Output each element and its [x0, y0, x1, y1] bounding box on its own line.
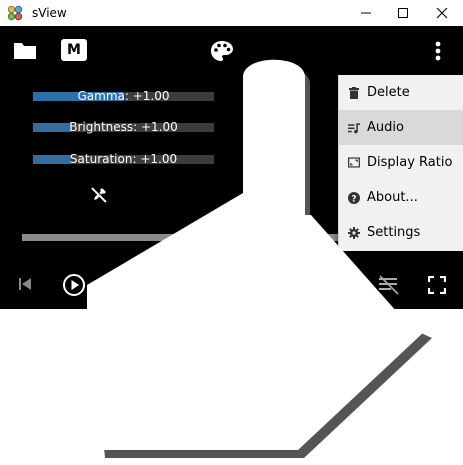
more-menu-button[interactable] [427, 39, 449, 63]
help-circle-icon: ? [348, 191, 360, 204]
playlist-button[interactable] [375, 273, 403, 297]
folder-icon [14, 42, 36, 59]
play-button[interactable] [60, 271, 88, 299]
mode-button[interactable]: M [61, 39, 87, 61]
vertical-dots-icon [435, 41, 441, 61]
menu-item-label: Audio [367, 120, 404, 135]
aspect-ratio-icon [348, 157, 360, 169]
menu-item-delete[interactable]: Delete [339, 75, 463, 110]
close-icon [436, 7, 448, 19]
app-logo-icon [7, 5, 23, 21]
fullscreen-button[interactable] [424, 272, 450, 298]
minimize-button[interactable] [347, 0, 385, 26]
menu-item-label: Display Ratio [367, 155, 453, 170]
svg-text:?: ? [351, 194, 356, 204]
menu-item-label: Settings [367, 225, 421, 240]
brightness-slider[interactable]: Brightness: +1.00 [33, 120, 214, 134]
context-menu: Delete Audio Display Ratio ? About... Se… [338, 75, 463, 251]
audio-list-icon [348, 122, 360, 134]
saturation-label: Saturation: +1.00 [69, 152, 178, 166]
gamma-label: Gamma: +1.00 [77, 89, 170, 103]
mode-button-label: M [67, 42, 81, 58]
menu-item-label: About... [367, 190, 418, 205]
gamma-slider[interactable]: Gamma: +1.00 [33, 89, 214, 103]
maximize-button[interactable] [384, 0, 422, 26]
brightness-label: Brightness: +1.00 [69, 120, 178, 134]
previous-button[interactable] [12, 272, 38, 296]
maximize-icon [398, 8, 408, 18]
reset-color-button[interactable] [87, 183, 111, 207]
info-circle-icon [329, 274, 351, 296]
title-bar: sView [0, 0, 463, 26]
fullscreen-icon [428, 276, 446, 294]
eyedropper-off-icon [91, 186, 108, 203]
minimize-icon [361, 12, 371, 14]
open-folder-button[interactable] [12, 39, 38, 61]
palette-icon [211, 41, 233, 61]
close-button[interactable] [423, 0, 461, 26]
menu-item-settings[interactable]: Settings [339, 215, 463, 250]
gear-icon [348, 226, 360, 239]
info-button[interactable] [326, 271, 354, 299]
menu-item-label: Delete [367, 85, 410, 100]
saturation-slider[interactable]: Saturation: +1.00 [33, 152, 214, 166]
menu-item-audio[interactable]: Audio [339, 110, 463, 145]
menu-item-display-ratio[interactable]: Display Ratio [339, 145, 463, 180]
play-circle-icon [63, 274, 85, 296]
window-title: sView [32, 6, 67, 20]
trash-icon [348, 86, 360, 99]
playlist-off-icon [379, 275, 399, 295]
skip-previous-icon [19, 278, 31, 290]
palette-button[interactable] [209, 39, 235, 63]
menu-item-about[interactable]: ? About... [339, 180, 463, 215]
